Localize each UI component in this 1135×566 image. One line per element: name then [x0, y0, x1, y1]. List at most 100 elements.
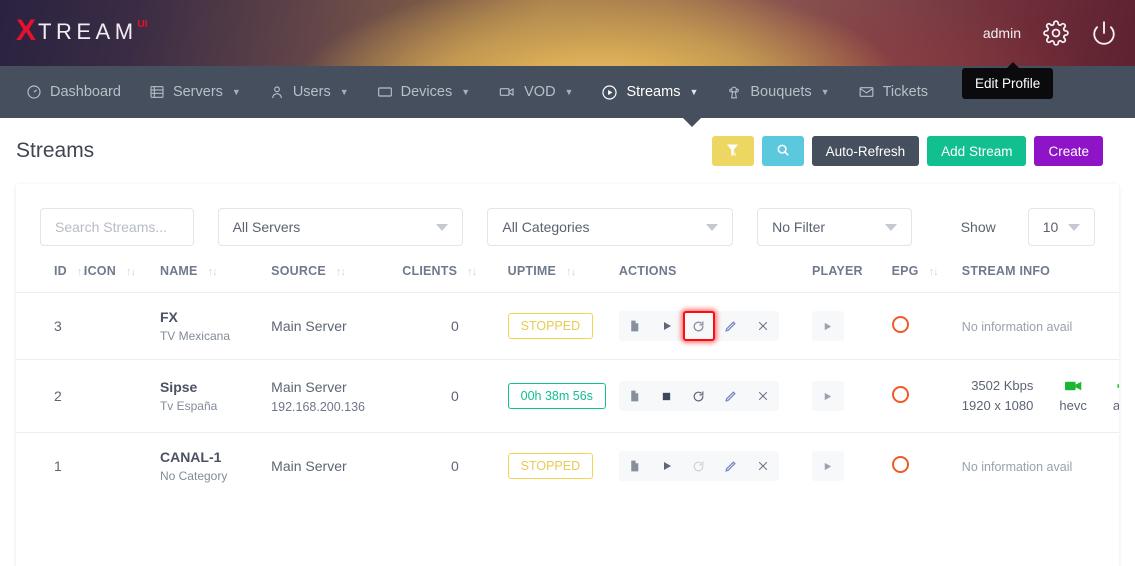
- col-header-name[interactable]: NAME ↑↓: [160, 246, 271, 293]
- app-logo[interactable]: X TREAM UI: [16, 16, 148, 50]
- stop-icon[interactable]: [651, 381, 683, 411]
- nav-item-users[interactable]: Users ▼: [255, 66, 363, 118]
- stream-category: Tv España: [160, 399, 271, 413]
- add-stream-button[interactable]: Add Stream: [927, 136, 1026, 166]
- file-icon[interactable]: [619, 311, 651, 341]
- epg-status-icon[interactable]: [892, 386, 909, 403]
- play-icon[interactable]: [651, 311, 683, 341]
- create-button[interactable]: Create: [1034, 136, 1103, 166]
- edit-icon[interactable]: [715, 451, 747, 481]
- logo-text: TREAM: [36, 16, 138, 48]
- stream-category: TV Mexicana: [160, 329, 271, 343]
- nav-item-tickets[interactable]: Tickets: [844, 66, 942, 118]
- epg-status-icon[interactable]: [892, 316, 909, 333]
- nav-item-bouquets[interactable]: Bouquets ▼: [712, 66, 843, 118]
- gear-icon[interactable]: [1043, 20, 1069, 46]
- cell-name: Sipse Tv España: [160, 360, 271, 433]
- server-filter-select[interactable]: All Servers: [218, 208, 464, 246]
- file-icon[interactable]: [619, 381, 651, 411]
- stream-category: No Category: [160, 469, 271, 483]
- sort-icon[interactable]: ↑↓: [336, 266, 345, 278]
- logo-x: X: [16, 16, 36, 46]
- chevron-down-icon: [436, 224, 448, 231]
- filter-clear-icon: x: [725, 142, 740, 160]
- current-user-label[interactable]: admin: [983, 25, 1021, 41]
- restart-icon[interactable]: [683, 451, 715, 481]
- auto-refresh-button[interactable]: Auto-Refresh: [812, 136, 920, 166]
- users-icon: [269, 84, 285, 100]
- sort-icon[interactable]: ↑↓: [208, 266, 217, 278]
- table-row[interactable]: 2 Sipse Tv España Main Server 192.168.20…: [16, 360, 1119, 433]
- chevron-down-icon: ▼: [340, 87, 349, 97]
- streams-card: Search Streams... All Servers All Catego…: [16, 184, 1119, 566]
- power-icon[interactable]: [1091, 20, 1117, 46]
- edit-icon[interactable]: [715, 381, 747, 411]
- cell-actions: [619, 360, 812, 433]
- table-header: ID↑↓ ICON ↑↓ NAME ↑↓ SOURCE↑↓ CLIENTS↑↓: [16, 246, 1119, 293]
- cell-stream-info: No information avail: [962, 433, 1119, 500]
- epg-status-icon[interactable]: [892, 456, 909, 473]
- cell-player: [812, 433, 892, 500]
- col-header-id[interactable]: ID↑↓: [16, 246, 84, 293]
- action-button-group: [619, 451, 779, 481]
- delete-icon[interactable]: [747, 311, 779, 341]
- col-header-epg[interactable]: EPG↑↓: [892, 246, 962, 293]
- col-header-uptime[interactable]: UPTIME↑↓: [508, 246, 619, 293]
- edit-icon[interactable]: [715, 311, 747, 341]
- sort-icon[interactable]: ↑↓: [126, 266, 135, 278]
- col-label-name: NAME: [160, 264, 198, 278]
- nav-item-devices[interactable]: Devices ▼: [363, 66, 485, 118]
- col-label-icon: ICON: [84, 264, 116, 278]
- col-header-clients[interactable]: CLIENTS↑↓: [402, 246, 507, 293]
- col-label-player: PLAYER: [812, 264, 863, 278]
- player-play-icon[interactable]: [812, 311, 844, 341]
- search-icon: [776, 143, 790, 160]
- page-size-select[interactable]: 10: [1028, 208, 1095, 246]
- streams-table: ID↑↓ ICON ↑↓ NAME ↑↓ SOURCE↑↓ CLIENTS↑↓: [16, 246, 1119, 499]
- cell-uptime: STOPPED: [508, 293, 619, 360]
- cell-stream-info: 3502 Kbps 1920 x 1080 hevc: [962, 360, 1119, 433]
- chevron-down-icon: ▼: [689, 87, 698, 97]
- status-filter-select[interactable]: No Filter: [757, 208, 912, 246]
- chevron-down-icon: [1068, 224, 1080, 231]
- cell-source: Main Server: [271, 433, 402, 500]
- video-codec-group: hevc: [1059, 380, 1086, 413]
- nav-item-streams[interactable]: Streams ▼: [587, 66, 712, 118]
- col-header-icon[interactable]: ICON ↑↓: [84, 246, 160, 293]
- cell-actions: [619, 433, 812, 500]
- nav-label-bouquets: Bouquets: [750, 84, 811, 100]
- file-icon[interactable]: [619, 451, 651, 481]
- player-play-icon[interactable]: [812, 381, 844, 411]
- category-filter-select[interactable]: All Categories: [487, 208, 733, 246]
- nav-label-streams: Streams: [626, 84, 680, 100]
- sort-icon[interactable]: ↑↓: [929, 266, 938, 278]
- table-row[interactable]: 1 CANAL-1 No Category Main Server 0 STOP…: [16, 433, 1119, 500]
- filters-row: Search Streams... All Servers All Catego…: [16, 184, 1119, 246]
- nav-item-dashboard[interactable]: Dashboard: [12, 66, 135, 118]
- source-name: Main Server: [271, 318, 402, 334]
- search-button[interactable]: [762, 136, 804, 166]
- col-header-stream-info: STREAM INFO: [962, 246, 1119, 293]
- player-play-icon[interactable]: [812, 451, 844, 481]
- cell-player: [812, 360, 892, 433]
- table-body: 3 FX TV Mexicana Main Server 0 STOPPED: [16, 293, 1119, 500]
- uptime-badge: 00h 38m 56s: [508, 383, 606, 409]
- cell-name: FX TV Mexicana: [160, 293, 271, 360]
- search-input[interactable]: Search Streams...: [40, 208, 194, 246]
- restart-icon[interactable]: [683, 311, 715, 341]
- delete-icon[interactable]: [747, 381, 779, 411]
- table-header-row: ID↑↓ ICON ↑↓ NAME ↑↓ SOURCE↑↓ CLIENTS↑↓: [16, 246, 1119, 293]
- clear-filter-button[interactable]: x: [712, 136, 754, 166]
- col-header-source[interactable]: SOURCE↑↓: [271, 246, 402, 293]
- tickets-icon: [858, 84, 875, 100]
- sort-icon[interactable]: ↑↓: [566, 266, 575, 278]
- table-row[interactable]: 3 FX TV Mexicana Main Server 0 STOPPED: [16, 293, 1119, 360]
- play-icon[interactable]: [651, 451, 683, 481]
- nav-item-vod[interactable]: VOD ▼: [484, 66, 587, 118]
- sort-icon[interactable]: ↑↓: [467, 266, 476, 278]
- restart-icon[interactable]: [683, 381, 715, 411]
- delete-icon[interactable]: [747, 451, 779, 481]
- nav-item-servers[interactable]: Servers ▼: [135, 66, 255, 118]
- action-button-group: [619, 311, 779, 341]
- nav-label-vod: VOD: [524, 84, 555, 100]
